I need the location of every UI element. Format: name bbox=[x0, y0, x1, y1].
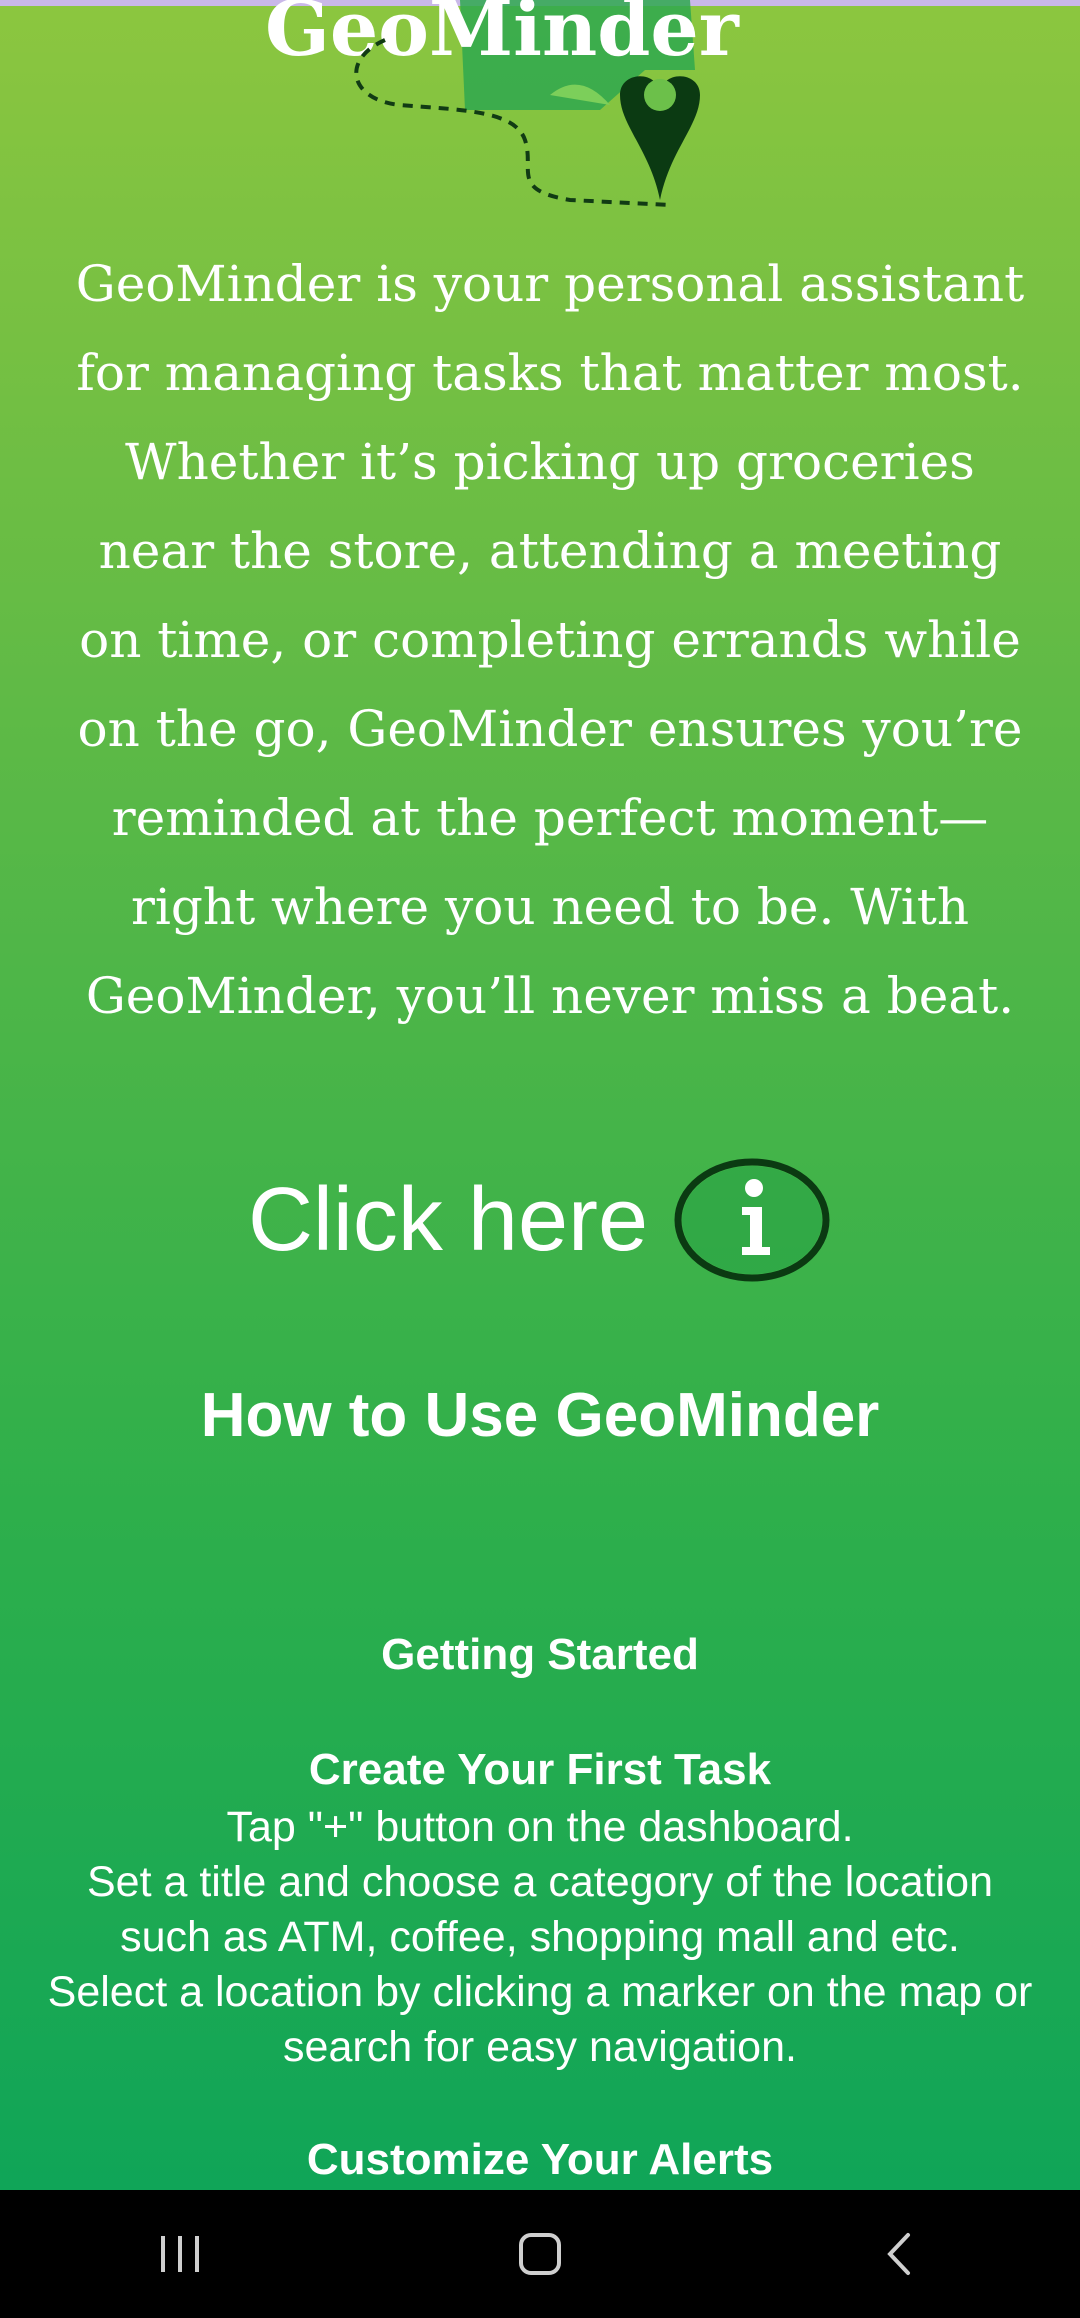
svg-text:GeoMinder: GeoMinder bbox=[265, 0, 740, 73]
create-task-heading: Create Your First Task bbox=[308, 1745, 772, 1794]
back-button[interactable] bbox=[840, 2204, 960, 2304]
getting-started-heading: Getting Started bbox=[381, 1630, 699, 1679]
info-icon[interactable] bbox=[672, 1155, 832, 1285]
step-1: Tap "+" button on the dashboard. bbox=[226, 1803, 854, 1851]
click-here-label[interactable]: Click here bbox=[248, 1169, 648, 1272]
location-pin-icon bbox=[620, 76, 700, 200]
info-link[interactable]: Click here bbox=[0, 1150, 1080, 1290]
customize-alerts-heading: Customize Your Alerts bbox=[306, 2135, 774, 2184]
step-2: Set a title and choose a category of the… bbox=[87, 1858, 993, 1961]
geominder-logo: GeoMinder bbox=[250, 0, 750, 215]
home-icon bbox=[519, 2233, 561, 2275]
create-task-steps: Tap "+" button on the dashboard. Set a t… bbox=[40, 1800, 1040, 2075]
system-nav-bar bbox=[0, 2190, 1080, 2318]
howto-title: How to Use GeoMinder bbox=[200, 1381, 880, 1450]
step-3: Select a location by clicking a marker o… bbox=[47, 1968, 1033, 2071]
app-description: GeoMinder is your personal assistant for… bbox=[75, 255, 1025, 1025]
back-chevron-icon bbox=[887, 2233, 910, 2275]
home-button[interactable] bbox=[480, 2204, 600, 2304]
recent-apps-button[interactable] bbox=[120, 2204, 240, 2304]
recent-apps-icon bbox=[161, 2236, 199, 2272]
